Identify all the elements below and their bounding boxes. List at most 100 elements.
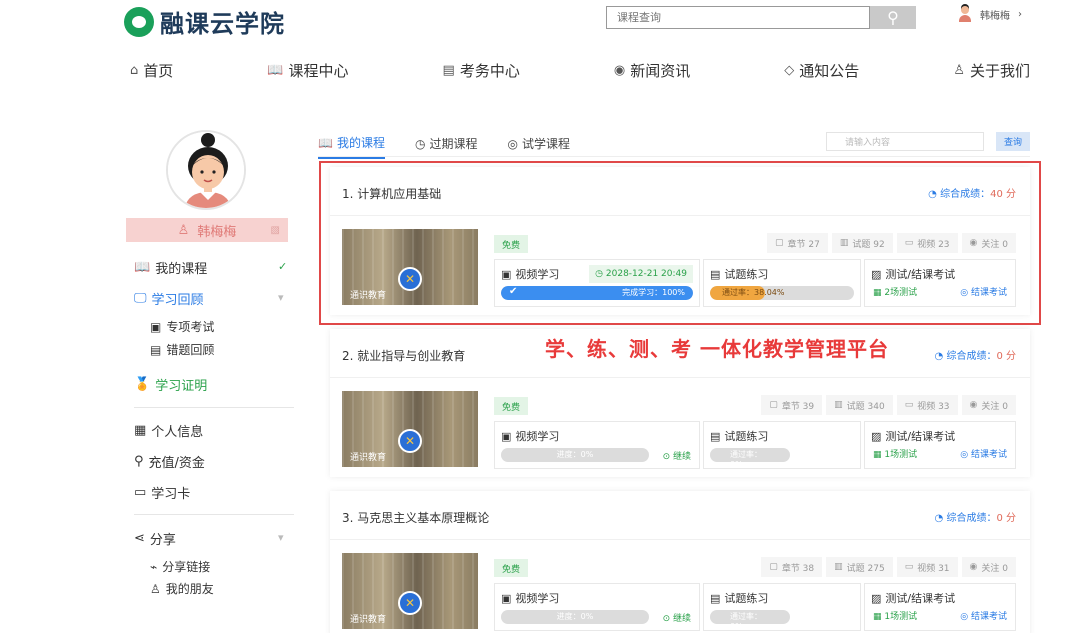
practice-box[interactable]: ▤试题练习 通过率：0% bbox=[703, 583, 861, 631]
search-button[interactable]: ⚲ bbox=[870, 6, 916, 29]
video-study-box[interactable]: ▣ 视频学习 ⊙ 继续 进度：0% bbox=[494, 421, 700, 469]
link-icon: ⌁ bbox=[150, 559, 158, 574]
test-icon: ▨ bbox=[871, 591, 882, 605]
user-menu[interactable]: 韩梅梅 › bbox=[958, 6, 1022, 22]
search-placeholder: 请输入内容 bbox=[845, 138, 891, 148]
user-name-badge: ♙ 韩梅梅 ▧ bbox=[126, 218, 288, 242]
test-box[interactable]: ▨ 测试/结课考试 ▦ 1场测试 ◎ 结课考试 bbox=[864, 583, 1016, 631]
sidebar-item-review[interactable]: 🖵 学习回顾 bbox=[134, 289, 204, 308]
test-title: ▨ 测试/结课考试 bbox=[871, 590, 955, 606]
home-icon: ⌂ bbox=[130, 63, 139, 78]
nav-label: 新闻资讯 bbox=[630, 62, 691, 80]
test-count-value: 1场测试 bbox=[884, 612, 918, 622]
video-study-box[interactable]: ▣ 视频学习 ⊙ 继续 进度：0% bbox=[494, 583, 700, 631]
search-icon: ⚲ bbox=[887, 8, 899, 27]
chapter-icon: ▢ bbox=[769, 400, 778, 410]
course-thumbnail[interactable]: ✕ 通识教育 bbox=[342, 391, 478, 467]
continue-button[interactable]: ⊙ 继续 bbox=[663, 611, 691, 624]
sidebar-label: 个人信息 bbox=[151, 425, 204, 440]
final-exam-button[interactable]: ◎ 结课考试 bbox=[960, 447, 1007, 460]
exam-icon: ▣ bbox=[150, 319, 162, 334]
brand-name: 融课云学院 bbox=[160, 10, 285, 38]
book-icon: 📖 bbox=[267, 63, 284, 78]
final-exam-label: 结课考试 bbox=[970, 612, 1007, 622]
test-count[interactable]: ▦ 1场测试 bbox=[873, 609, 917, 622]
edit-icon[interactable]: ▧ bbox=[271, 225, 280, 236]
chevron-down-icon[interactable]: ▾ bbox=[278, 531, 284, 544]
sidebar-label: 学习回顾 bbox=[151, 293, 204, 308]
final-exam-button[interactable]: ◎ 结课考试 bbox=[960, 609, 1007, 622]
stat-value: 试题 275 bbox=[846, 563, 885, 574]
card-divider bbox=[330, 377, 1030, 378]
video-icon: ▭ bbox=[904, 562, 914, 572]
course-search-input[interactable]: 请输入内容 bbox=[826, 132, 984, 151]
course-title[interactable]: 2. 就业指导与创业教育 bbox=[342, 347, 465, 364]
free-tag: 免费 bbox=[494, 559, 528, 577]
course-title[interactable]: 3. 马克思主义基本原理概论 bbox=[342, 509, 489, 526]
book-icon: 📖 bbox=[318, 135, 333, 150]
sidebar-label: 分享链接 bbox=[162, 560, 211, 574]
nav-news[interactable]: ◉ 新闻资讯 bbox=[614, 60, 690, 81]
practice-progress-bar: 通过率：0% bbox=[710, 610, 790, 624]
video-icon: ▭ bbox=[904, 400, 914, 410]
course-stats: ▢ 章节 38 ▥ 试题 275 ▭ 视频 31 ◉ 关注 0 bbox=[761, 557, 1016, 577]
test-box[interactable]: ▨ 测试/结课考试 ▦ 1场测试 ◎ 结课考试 bbox=[864, 421, 1016, 469]
user-avatar-icon bbox=[958, 6, 972, 22]
score-value: 0 分 bbox=[996, 513, 1016, 524]
practice-title: ▤ 试题练习 bbox=[710, 428, 768, 444]
nav-home[interactable]: ⌂ 首页 bbox=[130, 60, 173, 81]
chevron-down-icon[interactable]: ▾ bbox=[278, 291, 284, 304]
score-value: 0 分 bbox=[996, 351, 1016, 362]
clock-icon: ◷ bbox=[414, 136, 426, 151]
continue-button[interactable]: ⊙ 继续 bbox=[663, 449, 691, 462]
thumbnail-caption: 通识教育 bbox=[350, 453, 387, 463]
sidebar-item-profile[interactable]: ▦ 个人信息 bbox=[134, 421, 203, 440]
stat-follows[interactable]: ◉ 关注 0 bbox=[961, 395, 1016, 415]
slogan: 学、练、测、考 一体化教学管理平台 bbox=[545, 337, 889, 361]
eye-icon: ◉ bbox=[969, 400, 978, 410]
video-icon: ▣ bbox=[501, 429, 512, 443]
stat-value: 章节 38 bbox=[781, 563, 815, 574]
sidebar-item-study-card[interactable]: ▭ 学习卡 bbox=[134, 483, 190, 502]
list-icon: ▤ bbox=[150, 342, 162, 357]
stat-value: 章节 39 bbox=[781, 401, 815, 412]
course-thumbnail[interactable]: ✕ 通识教育 bbox=[342, 553, 478, 629]
stat-chapters: ▢ 章节 39 bbox=[761, 395, 823, 415]
course-search-button[interactable]: 查询 bbox=[996, 132, 1030, 151]
nav-label: 通知公告 bbox=[799, 62, 860, 80]
nav-about[interactable]: ♙ 关于我们 bbox=[953, 60, 1030, 81]
sidebar-item-certificate[interactable]: 🏅 学习证明 bbox=[134, 375, 207, 394]
document-icon: ▤ bbox=[442, 63, 455, 78]
sidebar-item-special-exam[interactable]: ▣ 专项考试 bbox=[150, 318, 214, 335]
card-divider bbox=[330, 539, 1030, 540]
sidebar-item-my-friends[interactable]: ♙ 我的朋友 bbox=[150, 580, 214, 597]
pie-chart-icon: ◔ bbox=[934, 351, 944, 362]
sidebar-label: 专项考试 bbox=[166, 320, 215, 334]
nav-label: 首页 bbox=[143, 62, 174, 80]
certificate-icon: 🏅 bbox=[134, 377, 151, 392]
stat-follows[interactable]: ◉ 关注 0 bbox=[961, 557, 1016, 577]
nav-label: 考务中心 bbox=[459, 62, 520, 80]
sidebar-item-recharge[interactable]: ⚲ 充值/资金 bbox=[134, 452, 205, 471]
sidebar-label: 充值/资金 bbox=[148, 456, 205, 471]
sidebar-divider bbox=[134, 407, 294, 408]
sidebar-item-share-link[interactable]: ⌁ 分享链接 bbox=[150, 558, 210, 575]
sidebar-item-wrong-review[interactable]: ▤ 错题回顾 bbox=[150, 341, 214, 358]
nav-course-center[interactable]: 📖 课程中心 bbox=[267, 60, 348, 81]
profile-avatar[interactable] bbox=[166, 130, 246, 210]
nav-notices[interactable]: ◇ 通知公告 bbox=[784, 60, 859, 81]
practice-progress-bar: 通过率：0% bbox=[710, 448, 790, 462]
search-input[interactable] bbox=[606, 6, 870, 29]
course-badge-icon: ✕ bbox=[398, 429, 422, 453]
logo[interactable]: 融课云学院 bbox=[124, 4, 285, 39]
sidebar-item-share[interactable]: ⋖ 分享 bbox=[134, 529, 176, 548]
sidebar-item-my-courses[interactable]: 📖 我的课程 bbox=[134, 258, 207, 277]
practice-icon: ▤ bbox=[710, 591, 721, 605]
stat-value: 视频 31 bbox=[917, 563, 950, 574]
nav-exam-center[interactable]: ▤ 考务中心 bbox=[443, 60, 520, 81]
compass-icon: ◎ bbox=[507, 136, 518, 151]
practice-box[interactable]: ▤试题练习 通过率：0% bbox=[703, 421, 861, 469]
test-count[interactable]: ▦ 1场测试 bbox=[873, 447, 917, 460]
course-card[interactable]: 3. 马克思主义基本原理概论 ◔ 综合成绩：0 分 ✕ 通识教育 免费 ▢ 章节 … bbox=[330, 491, 1030, 633]
test-title: ▨ 测试/结课考试 bbox=[871, 428, 955, 444]
